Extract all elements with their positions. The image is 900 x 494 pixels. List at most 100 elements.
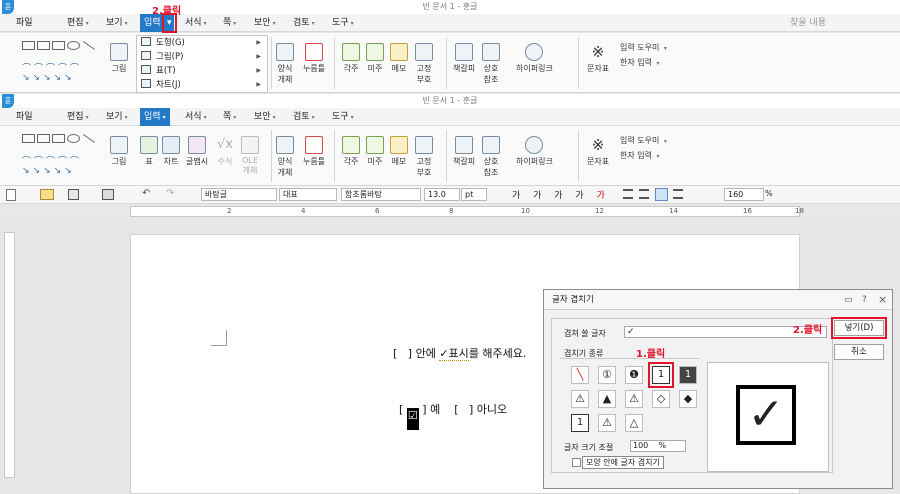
menu-view-2[interactable]: 보기 ▾	[106, 108, 128, 126]
align-right-icon[interactable]	[673, 189, 683, 199]
kind-diamond[interactable]: ◇	[652, 390, 670, 408]
menu-review-2[interactable]: 검토 ▾	[293, 108, 315, 126]
menu-tools[interactable]: 도구 ▾	[332, 14, 354, 32]
kind-circle[interactable]: ①	[598, 366, 616, 384]
text-style-buttons[interactable]: 가 가 가 가 가	[512, 188, 610, 201]
help-icon[interactable]: ?	[862, 290, 867, 310]
align-justify-icon[interactable]	[623, 189, 633, 199]
fixed-symbol-button-top[interactable]: 고정 부호	[415, 43, 433, 85]
inside-label[interactable]: 모양 안에 글자 겹치기	[582, 456, 664, 469]
menu-item-table[interactable]: 표(T) ▶	[141, 64, 265, 78]
menu-item-picture[interactable]: 그림(P) ▶	[141, 50, 265, 64]
font-unit-select[interactable]: pt	[461, 188, 487, 201]
kind-slash[interactable]: ╲	[571, 366, 589, 384]
menu-file-2[interactable]: 파일	[16, 108, 33, 126]
align-left-icon[interactable]	[639, 189, 649, 199]
chart-button[interactable]: 차트	[162, 136, 180, 167]
footnote-button-top[interactable]: 각주	[342, 43, 360, 74]
ole-button[interactable]: OLE 개체	[241, 136, 259, 176]
align-center-icon[interactable]	[655, 188, 668, 201]
horizontal-ruler[interactable]: 2 4 6 8 10 12 14 16 18	[130, 206, 804, 217]
ellipse-shape-icon[interactable]	[67, 134, 80, 143]
overlapped-check-char[interactable]: ☑	[406, 408, 419, 430]
menu-format-2[interactable]: 서식 ▾	[185, 108, 207, 126]
charmap-button-top[interactable]: ※ 문자표	[587, 43, 609, 74]
menu-tools-2[interactable]: 도구 ▾	[332, 108, 354, 126]
representative-select[interactable]: 대표	[279, 188, 337, 201]
rect-shape-icon[interactable]	[22, 41, 35, 50]
cancel-button[interactable]: 취소	[834, 344, 884, 360]
menu-item-shape[interactable]: 도형(G) ▶	[141, 36, 265, 50]
menu-view[interactable]: 보기 ▾	[106, 14, 128, 32]
kind-circle-filled[interactable]: ❶	[625, 366, 643, 384]
bookmark-button-top[interactable]: 책갈피	[453, 43, 475, 74]
line-shape-icon[interactable]	[82, 134, 96, 143]
memo-button[interactable]: 메모	[390, 136, 408, 167]
memo-button-top[interactable]: 메모	[390, 43, 408, 74]
menu-page-2[interactable]: 쪽 ▾	[223, 108, 236, 126]
menu-format[interactable]: 서식 ▾	[185, 14, 207, 32]
menu-edit[interactable]: 편집 ▾	[67, 14, 89, 32]
cross-ref-button[interactable]: 상호 참조	[482, 136, 500, 178]
menu-file[interactable]: 파일	[16, 14, 33, 32]
endnote-button[interactable]: 미주	[366, 136, 384, 167]
menu-security[interactable]: 보안 ▾	[254, 14, 276, 32]
picture-button-top[interactable]: 그림	[110, 43, 128, 74]
menu-edit-2[interactable]: 편집 ▾	[67, 108, 89, 126]
form-object-button[interactable]: 양식 개체	[276, 136, 294, 178]
save-icon[interactable]	[68, 189, 79, 200]
hyperlink-button-top[interactable]: 하이퍼링크	[516, 43, 553, 74]
press-toggle-button-top[interactable]: 누름틀	[303, 43, 325, 74]
hangul-logo-icon[interactable]: 훈	[2, 0, 14, 14]
picture-button[interactable]: 그림	[110, 136, 128, 167]
kind-triangle-filled[interactable]: ▲	[598, 390, 616, 408]
menu-item-chart[interactable]: 차트(J) ▶	[141, 78, 265, 92]
square-shape-icon[interactable]	[52, 134, 65, 143]
press-toggle-button[interactable]: 누름틀	[303, 136, 325, 167]
open-folder-icon[interactable]	[40, 189, 54, 200]
new-doc-icon[interactable]	[6, 189, 16, 201]
footnote-button[interactable]: 각주	[342, 136, 360, 167]
kind-square-round[interactable]: 1	[571, 414, 589, 432]
line-spacing-input[interactable]: 160	[724, 188, 764, 201]
hyperlink-button[interactable]: 하이퍼링크	[516, 136, 553, 167]
kind-triangle[interactable]: ⚠	[571, 390, 589, 408]
inside-checkbox[interactable]	[572, 458, 581, 467]
font-size-input[interactable]: 13.0	[424, 188, 460, 201]
line-shape-icon[interactable]	[82, 41, 96, 50]
menu-page[interactable]: 쪽 ▾	[223, 14, 236, 32]
hanja-input-button[interactable]: 한자 입력 ▾	[620, 150, 660, 161]
menu-review[interactable]: 검토 ▾	[293, 14, 315, 32]
rect-shape-icon[interactable]	[22, 134, 35, 143]
connector-shapes-row-icon[interactable]: ↘↘↘↘↘	[22, 166, 75, 176]
kind-diamond-filled[interactable]: ◆	[679, 390, 697, 408]
textbox-shape-icon[interactable]	[37, 134, 50, 143]
kind-sun[interactable]: ⚠	[625, 390, 643, 408]
menu-security-2[interactable]: 보안 ▾	[254, 108, 276, 126]
print-icon[interactable]	[102, 189, 114, 200]
table-button[interactable]: 표	[140, 136, 158, 167]
style-select[interactable]: 바탕글	[201, 188, 277, 201]
hanja-input-button-top[interactable]: 한자 입력 ▾	[620, 57, 660, 68]
hangul-logo-icon-2[interactable]: 훈	[2, 94, 14, 108]
fixed-symbol-button[interactable]: 고정 부호	[415, 136, 433, 178]
size-input[interactable]: 100 %	[630, 440, 686, 452]
kind-triangle-circle[interactable]: ⚠	[598, 414, 616, 432]
ellipse-shape-icon[interactable]	[67, 41, 80, 50]
kind-square-filled[interactable]: 1	[679, 366, 697, 384]
cross-ref-button-top[interactable]: 상호 참조	[482, 43, 500, 85]
glyph-button[interactable]: 글맵시	[186, 136, 208, 167]
endnote-button-top[interactable]: 미주	[366, 43, 384, 74]
input-helper-button[interactable]: 입력 도우미 ▾	[620, 135, 667, 146]
bookmark-button[interactable]: 책갈피	[453, 136, 475, 167]
undo-icon[interactable]: ↶	[142, 188, 150, 199]
font-select[interactable]: 함초롬바탕	[341, 188, 421, 201]
search-hint[interactable]: 찾을 내용	[790, 14, 826, 32]
redo-icon[interactable]: ↷	[166, 188, 174, 199]
close-icon[interactable]: ×	[878, 290, 887, 310]
menu-input-2[interactable]: 입력 ▾	[140, 108, 170, 126]
formula-button[interactable]: √x 수식	[216, 136, 234, 167]
vertical-ruler[interactable]	[4, 232, 15, 478]
menu-icon[interactable]: ▭	[844, 290, 853, 310]
textbox-shape-icon[interactable]	[37, 41, 50, 50]
